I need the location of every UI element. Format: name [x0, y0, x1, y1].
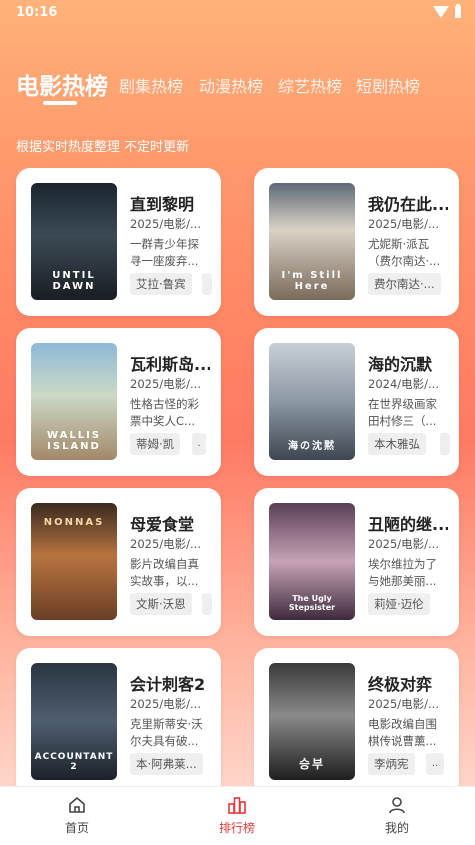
movie-title: 母爱食堂 — [130, 515, 195, 534]
movie-meta: 2025/电影/... — [368, 537, 439, 551]
movie-meta: 2025/电影/... — [130, 217, 201, 231]
movie-title: 会计刺客2 — [130, 675, 206, 694]
app-screen: 10:16 电影热榜 剧集热榜 动漫热榜 综艺热榜 短剧热榜 根据实时热度整理 … — [0, 0, 475, 845]
movie-card[interactable]: UNTIL DAWN 直到黎明 2025/电影/... 一群青少年探寻一座废弃.… — [16, 168, 221, 316]
movie-title: 我仍在此... — [368, 195, 448, 214]
movie-description: 性格古怪的彩票中奖人C... — [130, 397, 199, 428]
movie-title: 丑陋的继... — [368, 515, 448, 534]
tab-anime-hot[interactable]: 动漫热榜 — [199, 73, 263, 97]
movie-description: 在世界级画家田村修三（... — [368, 397, 437, 428]
nav-home[interactable]: 首页 — [42, 795, 112, 836]
actor-tag-more — [440, 433, 450, 455]
actor-tag-more: .. — [426, 753, 444, 775]
movie-description: 克里斯蒂安·沃尔夫具有破... — [130, 717, 203, 748]
active-tab-indicator — [43, 101, 77, 105]
movie-poster: 海の沈黙 — [269, 343, 355, 460]
movie-card[interactable]: The Ugly Stepsister 丑陋的继... 2025/电影/... … — [254, 488, 459, 636]
movie-card[interactable]: 海の沈黙 海的沉默 2024/电影/... 在世界级画家田村修三（... 本木雅… — [254, 328, 459, 476]
movie-description: 影片改编自真实故事，以... — [130, 557, 199, 588]
movie-description: 电影改编自围棋传说曹薰... — [368, 717, 437, 748]
movie-poster: 승부 — [269, 663, 355, 780]
movie-description: 埃尔维拉为了与她那美丽... — [368, 557, 437, 588]
nav-home-label: 首页 — [64, 821, 89, 835]
list-subtitle: 根据实时热度整理 不定时更新 — [16, 140, 190, 155]
movie-poster: UNTIL DAWN — [31, 183, 117, 300]
tab-movie-hot[interactable]: 电影热榜 — [16, 67, 108, 101]
nav-ranking-label: 排行榜 — [218, 821, 255, 835]
movie-title: 终极对弈 — [368, 675, 433, 694]
tab-variety-hot[interactable]: 综艺热榜 — [278, 73, 342, 97]
actor-tag: 李炳宪 — [368, 753, 415, 775]
poster-title: ACCOUNTANT 2 — [34, 752, 114, 772]
poster-title: UNTIL DAWN — [52, 270, 96, 292]
movie-description: 尤妮斯·派瓦（费尔南达·... — [368, 237, 441, 268]
movie-meta: 2025/电影/... — [130, 697, 201, 711]
battery-icon — [455, 4, 461, 18]
movie-description: 一群青少年探寻一座废弃... — [130, 237, 199, 268]
poster-title: WALLIS ISLAND — [47, 430, 101, 452]
poster-title: I'm Still Here — [281, 270, 343, 292]
actor-tag-more — [202, 593, 212, 615]
actor-tag: 文斯·沃恩 — [130, 593, 192, 615]
actor-tag-more: . — [192, 433, 206, 455]
nav-ranking[interactable]: 排行榜 — [202, 795, 272, 836]
movie-card[interactable]: 승부 终极对弈 2025/电影/... 电影改编自围棋传说曹薰... 李炳宪 .… — [254, 648, 459, 796]
movie-title: 海的沉默 — [368, 355, 433, 374]
tab-series-hot[interactable]: 剧集热榜 — [119, 73, 183, 97]
status-time: 10:16 — [16, 5, 58, 20]
movie-title: 瓦利斯岛... — [130, 355, 210, 374]
movie-meta: 2024/电影/... — [368, 377, 439, 391]
movie-card[interactable]: WALLIS ISLAND 瓦利斯岛... 2025/电影/... 性格古怪的彩… — [16, 328, 221, 476]
bottom-navigation: 首页 排行榜 我的 — [0, 786, 475, 845]
user-icon — [389, 797, 405, 814]
movie-poster: NONNAS — [31, 503, 117, 620]
actor-tag: 艾拉·鲁宾 — [130, 273, 192, 295]
tab-short-drama-hot[interactable]: 短剧热榜 — [356, 73, 420, 97]
status-bar: 10:16 — [0, 0, 475, 26]
actor-tag: 蒂姆·凯 — [130, 433, 181, 455]
movie-poster: ACCOUNTANT 2 — [31, 663, 117, 780]
actor-tag: 本·阿弗莱... — [130, 753, 203, 775]
movie-card[interactable]: I'm Still Here 我仍在此... 2025/电影/... 尤妮斯·派… — [254, 168, 459, 316]
nav-profile-label: 我的 — [384, 821, 409, 835]
category-tabs: 电影热榜 剧集热榜 动漫热榜 综艺热榜 短剧热榜 — [16, 65, 475, 105]
movie-poster: WALLIS ISLAND — [31, 343, 117, 460]
movie-meta: 2025/电影/... — [130, 377, 201, 391]
actor-tag: 莉娅·迈伦 — [368, 593, 430, 615]
poster-title: NONNAS — [43, 517, 105, 528]
ranking-icon — [228, 797, 246, 814]
movie-card[interactable]: ACCOUNTANT 2 会计刺客2 2025/电影/... 克里斯蒂安·沃尔夫… — [16, 648, 221, 796]
actor-tag-more — [202, 273, 212, 295]
nav-profile[interactable]: 我的 — [362, 795, 432, 836]
movie-title: 直到黎明 — [130, 195, 195, 214]
movie-meta: 2025/电影/... — [368, 217, 439, 231]
actor-tag: 费尔南达·... — [368, 273, 441, 295]
poster-title: 승부 — [298, 757, 326, 771]
movie-poster: The Ugly Stepsister — [269, 503, 355, 620]
poster-title: 海の沈黙 — [288, 441, 336, 452]
movie-card[interactable]: NONNAS 母爱食堂 2025/电影/... 影片改编自真实故事，以... 文… — [16, 488, 221, 636]
home-icon — [69, 797, 85, 813]
wifi-icon — [433, 6, 449, 18]
movie-meta: 2025/电影/... — [368, 697, 439, 711]
poster-title: The Ugly Stepsister — [288, 594, 336, 612]
actor-tag: 本木雅弘 — [368, 433, 426, 455]
movie-poster: I'm Still Here — [269, 183, 355, 300]
status-icons — [433, 4, 461, 18]
movie-meta: 2025/电影/... — [130, 537, 201, 551]
